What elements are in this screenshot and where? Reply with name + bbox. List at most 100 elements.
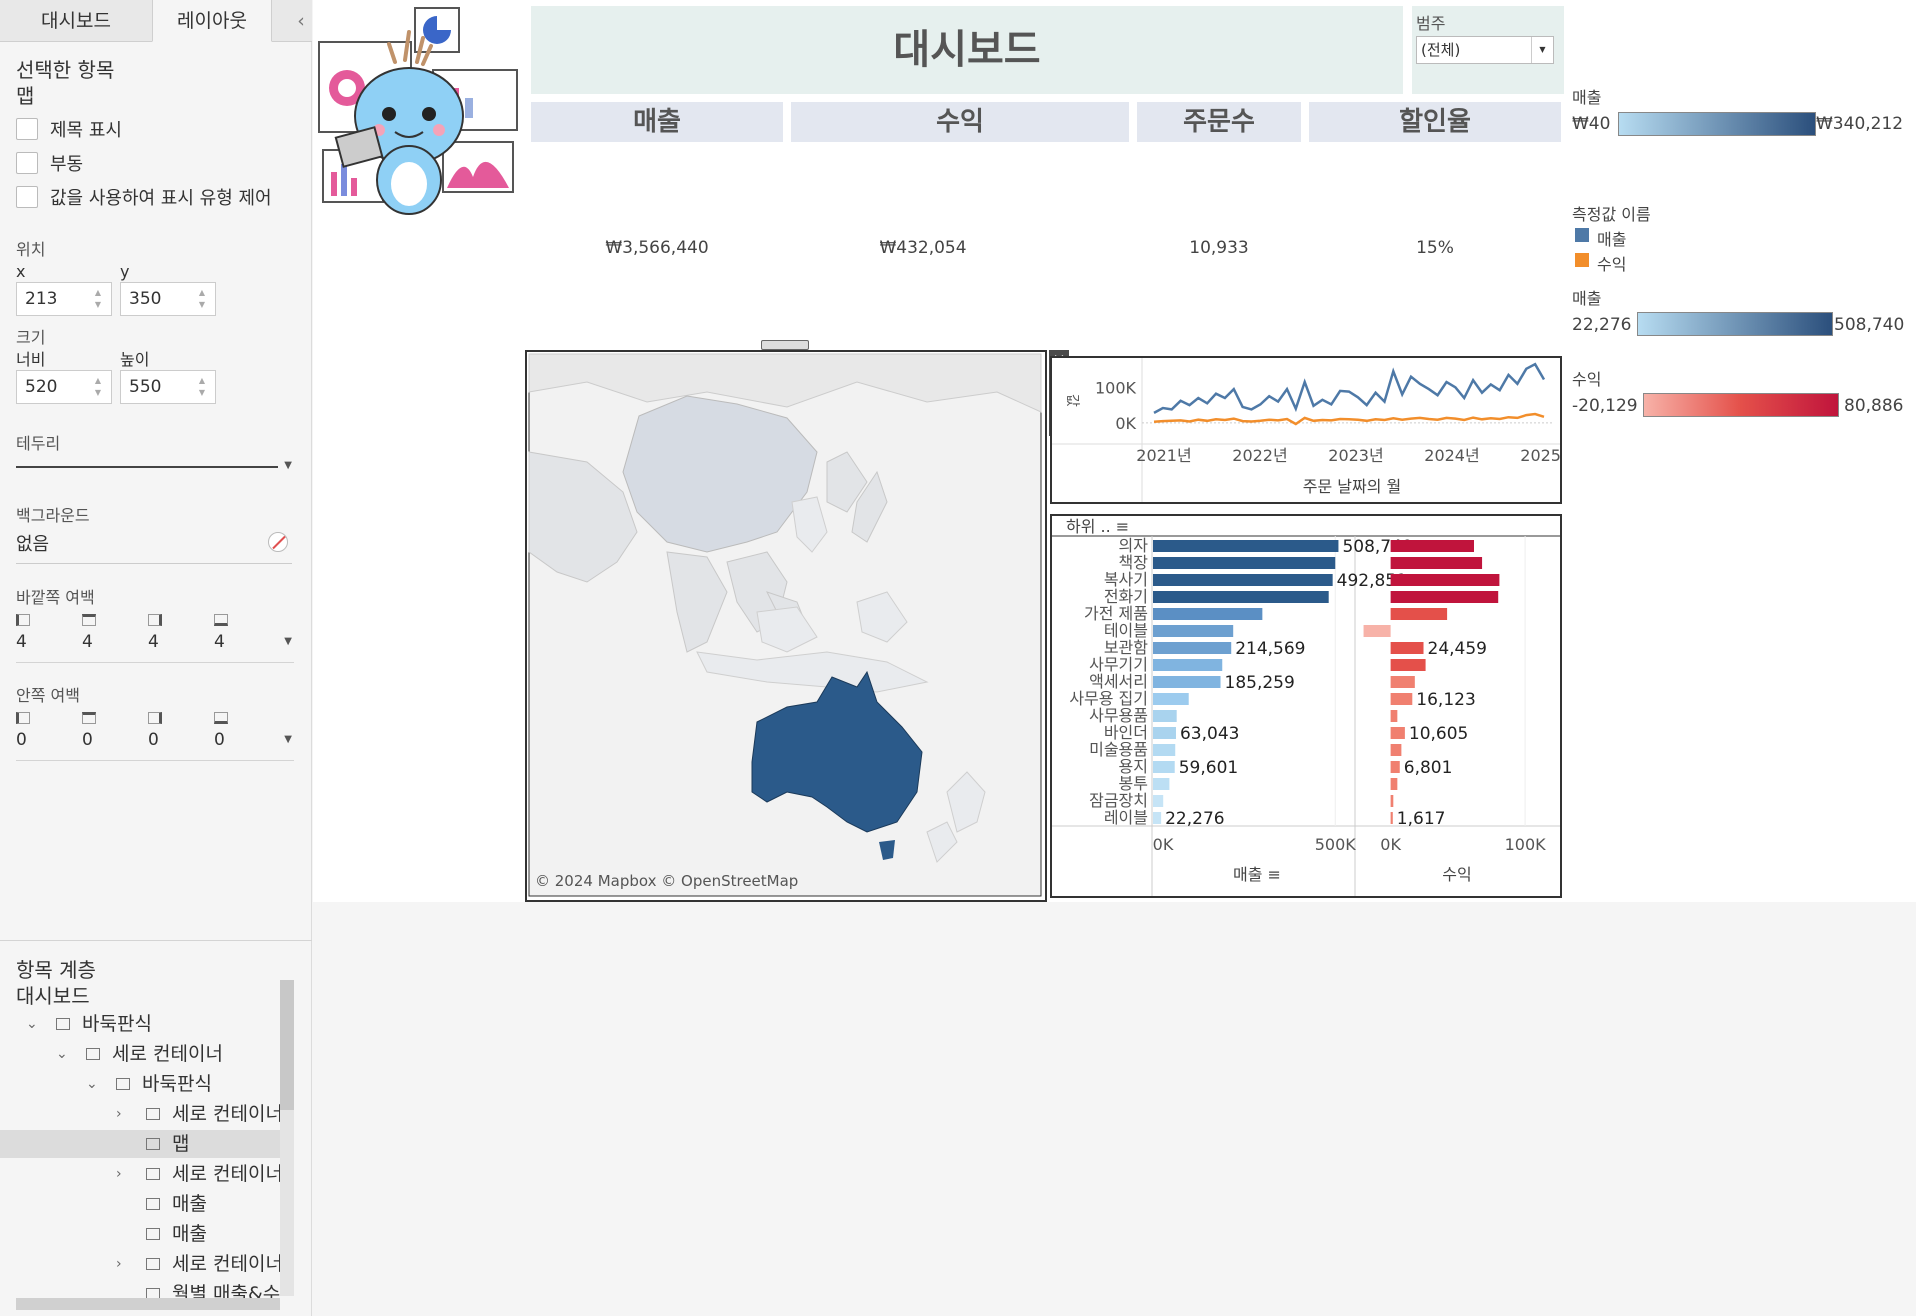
x-position-input[interactable]: 213 ▲ ▼ [16,282,112,316]
profit-bar [1390,727,1405,739]
x-axis-title: 주문 날짜의 월 [1303,477,1402,496]
chevron-down-icon[interactable]: ▼ [284,636,292,647]
map-sheet[interactable]: © 2024 Mapbox © OpenStreetMap [525,350,1047,902]
profit-bar [1390,693,1413,705]
sales-bar [1153,693,1189,705]
y-position-input[interactable]: 350 ▲ ▼ [120,282,216,316]
pane-tabs: 대시보드 레이아웃 ‹ [0,0,312,42]
border-style-dropdown[interactable]: ▼ [16,460,292,476]
vertical-container-icon [86,1048,100,1060]
sales-bar [1153,540,1339,552]
kpi-value-sales: ₩3,566,440 [605,238,709,258]
sales-data-label: 63,043 [1180,724,1239,744]
tree-item[interactable]: › 세로 컨테이너 [0,1250,280,1278]
tree-item[interactable]: 매출 [0,1220,280,1248]
width-label: 너비 [16,350,46,369]
width-input[interactable]: 520 ▲ ▼ [16,370,112,404]
sales-bar [1153,710,1177,722]
sales-bar [1153,591,1329,603]
chevron-right-icon[interactable]: › [116,1250,122,1278]
tree-item[interactable]: › 세로 컨테이너 [0,1160,280,1188]
tab-dashboard[interactable]: 대시보드 [0,0,152,42]
chevron-down-icon[interactable]: ▼ [284,734,292,745]
checkbox-box[interactable] [16,152,38,174]
chevron-down-icon[interactable]: ⌄ [26,1010,38,1038]
sales-bar [1153,608,1263,620]
tiled-icon [56,1018,70,1030]
padding-right-icon [148,712,162,724]
checkbox-box[interactable] [16,186,38,208]
tree-item-label: 세로 컨테이너 [172,1163,280,1185]
chevron-down-icon[interactable]: ⌄ [56,1040,68,1068]
sales-bar [1153,557,1336,569]
tree-item[interactable]: 매출 [0,1190,280,1218]
checkbox-label: 부동 [50,154,84,175]
padding-value: 4 [148,632,159,652]
padding-right-icon [148,614,162,626]
tree-scrollbar[interactable] [280,980,294,1296]
move-handle[interactable] [761,338,809,350]
profit-bar [1390,540,1474,552]
sales-bar [1153,778,1170,790]
border-label: 테두리 [16,434,61,453]
show-title-checkbox[interactable]: 제목 표시 [16,116,122,142]
sales-bar [1153,574,1333,586]
category-filter-dropdown[interactable]: (전체) ▼ [1416,36,1554,64]
x-tick-label: 0K [1380,835,1401,854]
tree-item[interactable]: ⌄ 세로 컨테이너 [0,1040,280,1068]
tree-item[interactable]: 맵 [0,1130,280,1158]
chevron-down-icon[interactable]: ▼ [1531,37,1553,63]
profit-bar [1363,625,1391,637]
sales-bar [1153,625,1234,637]
position-label: 위치 [16,240,46,259]
padding-value: 4 [16,632,27,652]
legend-swatch-sales [1575,228,1589,242]
collapse-pane-icon[interactable]: ‹ [290,0,312,42]
tree-item[interactable]: ⌄ 바둑판식 [0,1070,280,1098]
series-line-매출 [1153,362,1546,414]
series-line-수익 [1153,412,1545,426]
chevron-down-icon[interactable]: ⌄ [86,1070,98,1098]
tree-item-label: 맵 [172,1133,190,1155]
legend-sales-map-min: ₩40 [1572,114,1611,134]
tree-item[interactable]: ⌄ 바둑판식 [0,1010,280,1038]
background-dropdown[interactable]: 없음 [16,530,292,564]
outer-padding-controls[interactable]: 4 4 4 4 ▼ [16,610,292,658]
tree-item[interactable]: › 세로 컨테이너 [0,1100,280,1128]
sales-data-label: 214,569 [1235,639,1305,659]
subcategory-bar-chart[interactable]: 하위 .. ≡ 의자 508,740 책장 복사기 492,851 전화기 가전 제품 테이블 보… [1050,514,1562,898]
sales-bar [1153,795,1164,807]
chevron-right-icon[interactable]: › [116,1100,122,1128]
legend-sales-map-gradient [1618,112,1816,136]
padding-value: 0 [16,730,27,750]
legend-swatch-profit [1575,253,1589,267]
floating-checkbox[interactable]: 부동 [16,150,83,176]
x-label: x [16,262,26,281]
tree-horizontal-scrollbar[interactable] [16,1298,280,1310]
tree-item[interactable]: 월별 매출&수 [0,1280,280,1300]
no-color-icon[interactable] [268,532,288,552]
monthly-line-chart[interactable]: 100K 0K 값 2021년 2022년 2023년 2024년 2025년주문 날짜의 월 [1050,356,1562,504]
value-control-checkbox[interactable]: 값을 사용하여 표시 유형 제어 [16,184,272,210]
legend-sales-bar-max: 508,740 [1834,315,1905,335]
checkbox-box[interactable] [16,118,38,140]
hierarchy-root[interactable]: 대시보드 [16,980,90,1009]
profit-data-label: 6,801 [1404,758,1453,778]
inner-padding-controls[interactable]: 0 0 0 0 ▼ [16,708,292,756]
map-attribution: © 2024 Mapbox © OpenStreetMap [535,872,799,890]
profit-data-label: 1,617 [1397,809,1446,829]
padding-left-icon [16,614,30,626]
kpi-value-discount: 15% [1416,238,1454,258]
sales-bar [1153,727,1176,739]
x-tick-label: 2025년 [1520,446,1560,465]
height-input[interactable]: 550 ▲ ▼ [120,370,216,404]
inner-padding-label: 안쪽 여백 [16,686,80,705]
tab-layout[interactable]: 레이아웃 [152,0,272,42]
sales-bar [1153,642,1232,654]
x-tick-label: 2023년 [1328,446,1383,465]
profit-axis-title: 수익 [1442,865,1471,884]
chevron-right-icon[interactable]: › [116,1160,122,1188]
profit-bar [1390,574,1500,586]
profit-bar [1390,642,1424,654]
tree-item-label: 바둑판식 [82,1013,152,1035]
